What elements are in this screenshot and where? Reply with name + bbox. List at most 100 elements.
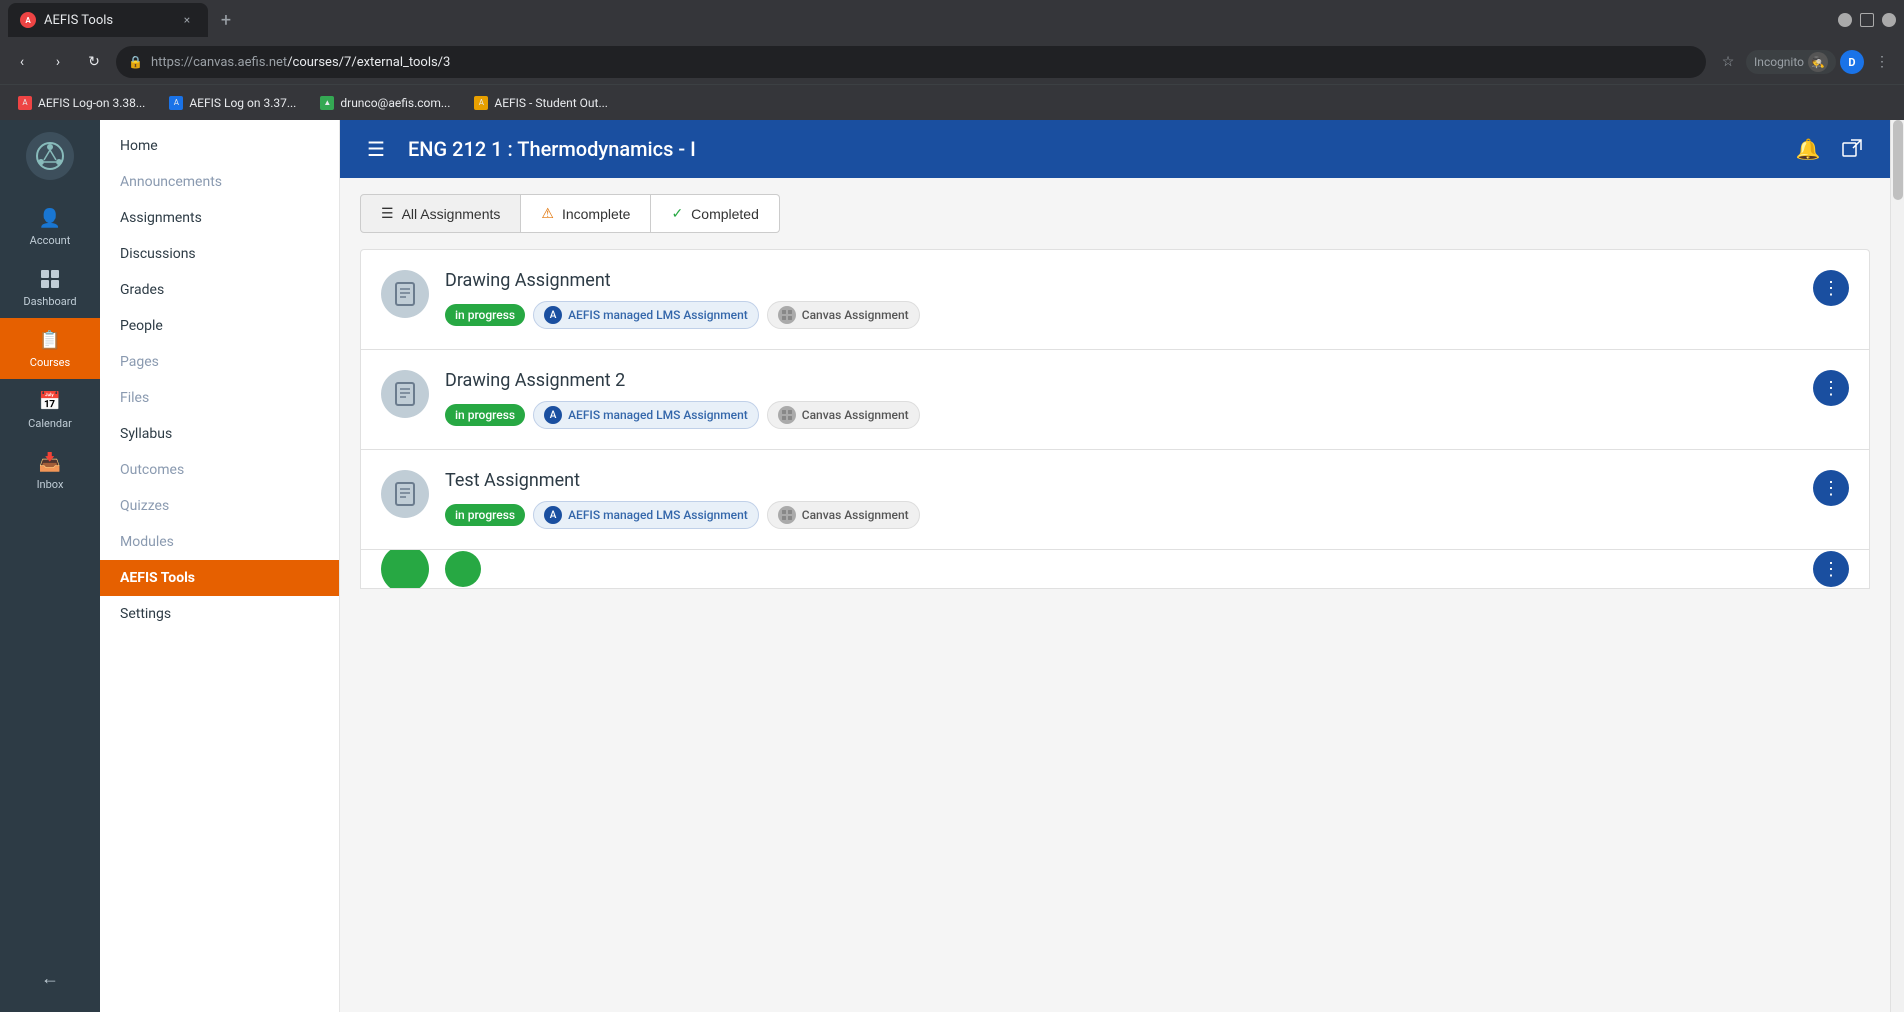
nav-logo[interactable]: [26, 132, 74, 180]
incomplete-label: Incomplete: [562, 206, 630, 222]
nav-item-courses[interactable]: 📋 Courses: [0, 318, 100, 379]
aefis-icon-1: A: [544, 306, 562, 324]
bookmark-button[interactable]: ☆: [1714, 48, 1742, 76]
back-button[interactable]: ‹: [8, 48, 36, 76]
refresh-button[interactable]: ↻: [80, 48, 108, 76]
bookmark-favicon-1: A: [18, 96, 32, 110]
sidebar-item-quizzes[interactable]: Quizzes: [100, 488, 339, 524]
partial-card-icon-green: [381, 549, 429, 589]
partial-card-menu[interactable]: ⋮: [1813, 551, 1849, 587]
scroll-thumb[interactable]: [1893, 120, 1903, 200]
assignment-icon-1: [381, 270, 429, 318]
scrollbar[interactable]: [1890, 120, 1904, 1012]
bookmark-favicon-3: ▲: [320, 96, 334, 110]
incognito-label: Incognito: [1754, 55, 1804, 69]
extensions-button[interactable]: ⋮: [1868, 48, 1896, 76]
sidebar-item-assignments[interactable]: Assignments: [100, 200, 339, 236]
app-header: ☰ ENG 212 1 : Thermodynamics - I 🔔: [340, 120, 1890, 178]
canvas-tag-3: Canvas Assignment: [767, 501, 920, 529]
sidebar-item-syllabus[interactable]: Syllabus: [100, 416, 339, 452]
sidebar-item-modules[interactable]: Modules: [100, 524, 339, 560]
sidebar-item-grades[interactable]: Grades: [100, 272, 339, 308]
filter-tabs: ☰ All Assignments ⚠ Incomplete ✓ Complet…: [340, 178, 1890, 249]
nav-rail: 👤 Account Dashboard 📋 Courses: [0, 120, 100, 1012]
bookmark-drive[interactable]: ▲ drunco@aefis.com...: [310, 92, 460, 114]
canvas-icon-2: [778, 406, 796, 424]
all-assignments-label: All Assignments: [402, 206, 501, 222]
assignment-menu-button-2[interactable]: ⋮: [1813, 370, 1849, 406]
nav-item-dashboard-label: Dashboard: [23, 295, 76, 308]
course-title: ENG 212 1 : Thermodynamics - I: [408, 137, 1774, 161]
assignment-title-3: Test Assignment: [445, 470, 1797, 491]
sidebar-item-aefis-tools[interactable]: AEFIS Tools: [100, 560, 339, 596]
assignment-title-2: Drawing Assignment 2: [445, 370, 1797, 391]
nav-item-inbox[interactable]: 📥 Inbox: [0, 440, 100, 501]
tab-incomplete[interactable]: ⚠ Incomplete: [521, 194, 651, 233]
bookmark-favicon-2: A: [169, 96, 183, 110]
nav-item-courses-label: Courses: [30, 356, 70, 369]
sidebar-item-people[interactable]: People: [100, 308, 339, 344]
minimize-button[interactable]: [1838, 13, 1852, 27]
nav-collapse-button[interactable]: ←: [38, 956, 62, 1000]
assignment-card-1: Drawing Assignment in progress A AEFIS m…: [360, 249, 1870, 349]
sidebar-item-home[interactable]: Home: [100, 128, 339, 164]
tab-close-button[interactable]: ×: [178, 11, 196, 29]
aefis-tag-2: A AEFIS managed LMS Assignment: [533, 401, 759, 429]
maximize-button[interactable]: [1860, 13, 1874, 27]
aefis-tag-3: A AEFIS managed LMS Assignment: [533, 501, 759, 529]
incognito-icon: 🕵: [1808, 52, 1828, 72]
sidebar-item-announcements[interactable]: Announcements: [100, 164, 339, 200]
external-link-button[interactable]: [1834, 131, 1870, 167]
canvas-icon-3: [778, 506, 796, 524]
completed-label: Completed: [691, 206, 759, 222]
nav-item-account[interactable]: 👤 Account: [0, 196, 100, 257]
address-bar[interactable]: 🔒 https://canvas.aefis.net/courses/7/ext…: [116, 46, 1706, 78]
bookmark-label-3: drunco@aefis.com...: [340, 96, 450, 110]
close-button[interactable]: [1882, 13, 1896, 27]
assignment-tags-1: in progress A AEFIS managed LMS Assignme…: [445, 301, 1797, 329]
completed-icon: ✓: [671, 205, 683, 222]
logo-icon: [34, 140, 66, 172]
nav-item-calendar[interactable]: 📅 Calendar: [0, 379, 100, 440]
nav-collapse[interactable]: ←: [38, 956, 62, 1012]
browser-tab[interactable]: A AEFIS Tools ×: [8, 3, 208, 37]
address-url: https://canvas.aefis.net/courses/7/exter…: [151, 55, 450, 70]
tab-all-assignments[interactable]: ☰ All Assignments: [360, 194, 521, 233]
bookmark-aefis-2[interactable]: A AEFIS Log on 3.37...: [159, 92, 306, 114]
lock-icon: 🔒: [128, 55, 143, 69]
assignment-card-3: Test Assignment in progress A AEFIS mana…: [360, 449, 1870, 549]
sidebar-item-pages[interactable]: Pages: [100, 344, 339, 380]
bookmark-favicon-4: A: [474, 96, 488, 110]
sidebar-item-settings[interactable]: Settings: [100, 596, 339, 632]
courses-icon: 📋: [38, 328, 62, 352]
forward-button[interactable]: ›: [44, 48, 72, 76]
assignment-icon-3: [381, 470, 429, 518]
assignment-tags-3: in progress A AEFIS managed LMS Assignme…: [445, 501, 1797, 529]
nav-item-dashboard[interactable]: Dashboard: [0, 257, 100, 318]
bookmark-aefis-1[interactable]: A AEFIS Log-on 3.38...: [8, 92, 155, 114]
tab-completed[interactable]: ✓ Completed: [651, 194, 779, 233]
profile-button[interactable]: D: [1840, 50, 1864, 74]
header-actions: 🔔: [1790, 131, 1870, 167]
assignment-menu-button-1[interactable]: ⋮: [1813, 270, 1849, 306]
status-badge-3: in progress: [445, 504, 525, 526]
aefis-tag-1: A AEFIS managed LMS Assignment: [533, 301, 759, 329]
assignment-tags-2: in progress A AEFIS managed LMS Assignme…: [445, 401, 1797, 429]
assignment-icon-2: [381, 370, 429, 418]
assignment-menu-button-3[interactable]: ⋮: [1813, 470, 1849, 506]
account-icon: 👤: [38, 206, 62, 230]
sidebar-item-files[interactable]: Files: [100, 380, 339, 416]
notification-bell-button[interactable]: 🔔: [1790, 131, 1826, 167]
sidebar-item-outcomes[interactable]: Outcomes: [100, 452, 339, 488]
bookmark-label-1: AEFIS Log-on 3.38...: [38, 96, 145, 110]
assignment-card-2: Drawing Assignment 2 in progress A AEFIS…: [360, 349, 1870, 449]
new-tab-button[interactable]: +: [212, 6, 240, 34]
assignment-card-partial: ⋮: [360, 549, 1870, 589]
bookmark-aefis-3[interactable]: A AEFIS - Student Out...: [464, 92, 618, 114]
bookmark-label-4: AEFIS - Student Out...: [494, 96, 608, 110]
nav-item-account-label: Account: [30, 234, 71, 247]
all-assignments-icon: ☰: [381, 205, 394, 222]
hamburger-menu-button[interactable]: ☰: [360, 133, 392, 165]
canvas-tag-1: Canvas Assignment: [767, 301, 920, 329]
sidebar-item-discussions[interactable]: Discussions: [100, 236, 339, 272]
